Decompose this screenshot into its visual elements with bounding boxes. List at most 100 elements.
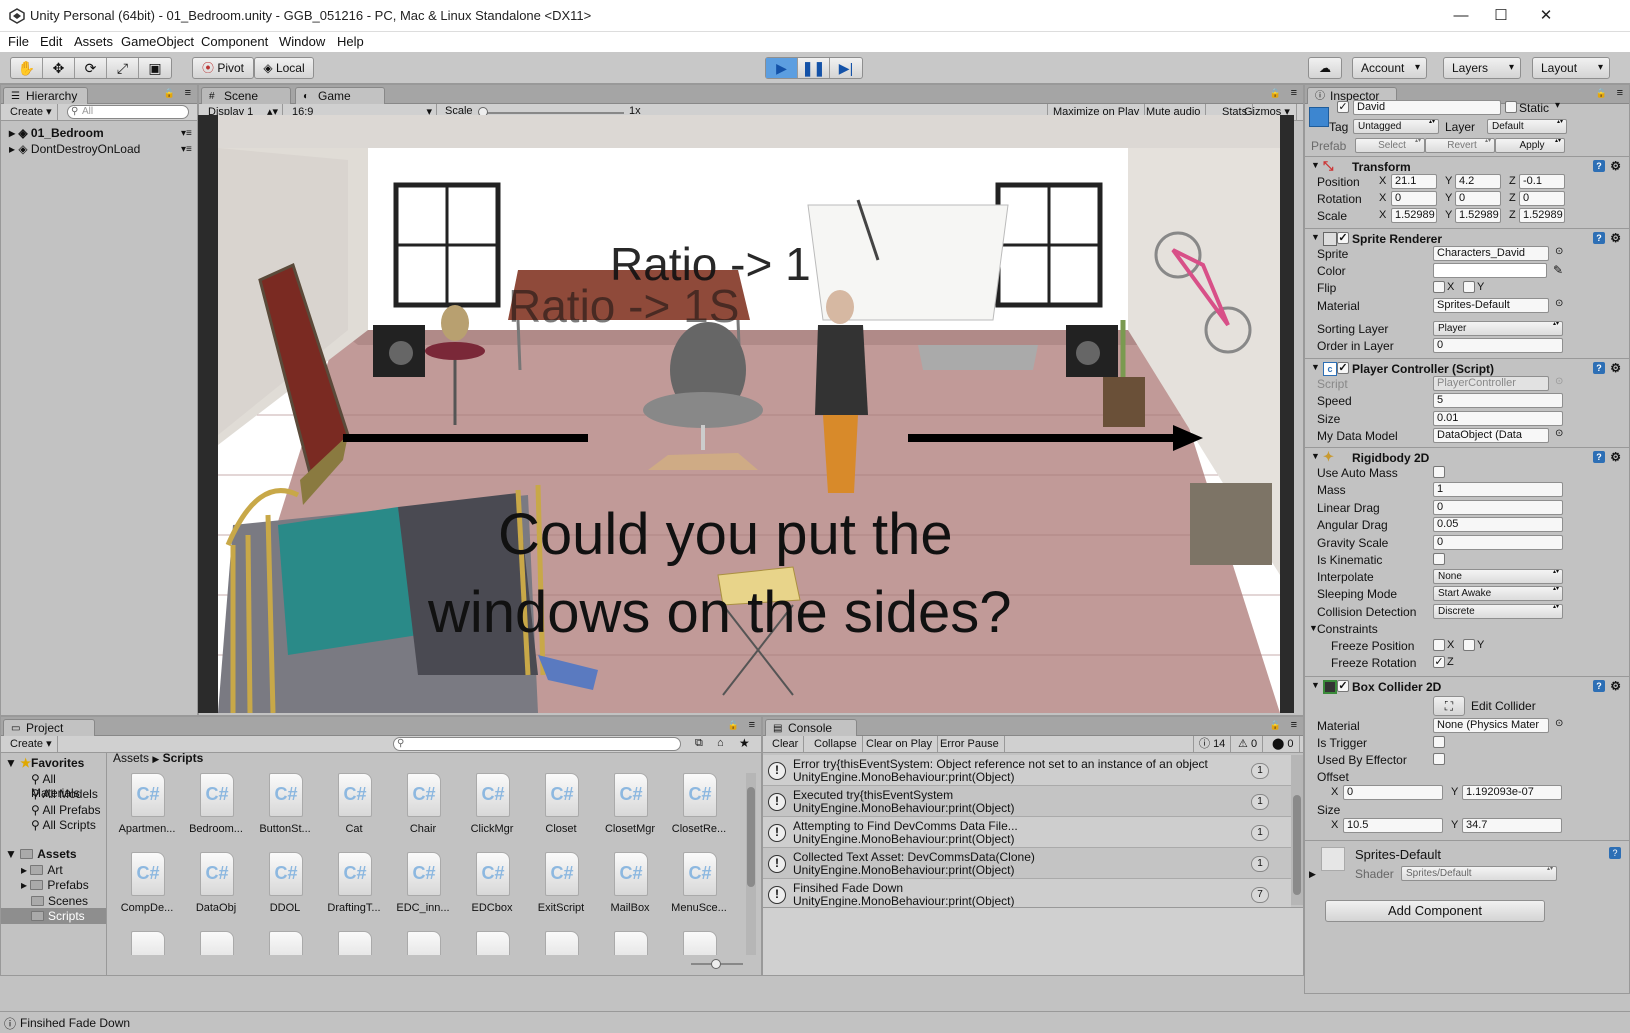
console-log-entry[interactable]: ! Finsihed Fade Down UnityEngine.MonoBehav… <box>763 879 1291 910</box>
game-canvas[interactable]: Ratio -> 1 Ratio -> 1S Could you put the… <box>218 115 1280 713</box>
tab-game[interactable]: ◐ Game <box>295 87 385 104</box>
script-asset[interactable]: C# ExitScript <box>527 848 595 926</box>
scrollbar-thumb[interactable] <box>747 787 755 887</box>
position-z-field[interactable]: -0.1 <box>1519 174 1565 189</box>
prefab-select-button[interactable]: Select <box>1355 138 1425 153</box>
tab-project[interactable]: ▭ Project <box>3 719 95 736</box>
object-name-field[interactable]: David <box>1353 100 1501 115</box>
collapse-arrow-icon[interactable]: ▼ <box>1311 232 1320 242</box>
lock-icon[interactable]: 🔒 <box>164 88 175 99</box>
eyedropper-icon[interactable]: ✎ <box>1553 263 1563 277</box>
pivot-toggle[interactable]: ⦿ Pivot <box>192 57 254 79</box>
tag-dropdown[interactable]: Untagged <box>1353 119 1439 134</box>
folder-item[interactable]: ▸ Art <box>21 863 63 877</box>
edit-collider-button[interactable]: ⛶ <box>1433 696 1465 716</box>
tag-icon[interactable]: ⌂ <box>717 737 724 749</box>
gear-icon[interactable]: ⚙ <box>1610 159 1621 173</box>
game-viewport[interactable]: Ratio -> 1 Ratio -> 1S Could you put the… <box>198 115 1294 713</box>
step-button[interactable]: ▶| <box>830 58 862 78</box>
console-log-entry[interactable]: ! Collected Text Asset: DevCommsData(Clon… <box>763 848 1291 879</box>
scale-x-field[interactable]: 1.52989 <box>1391 208 1437 223</box>
script-asset[interactable]: C# DraftingT... <box>320 848 388 926</box>
error-count-toggle[interactable]: ⬤ 0 <box>1267 736 1300 753</box>
mass-field[interactable]: 1 <box>1433 482 1563 497</box>
interpolate-dropdown[interactable]: None <box>1433 569 1563 584</box>
hierarchy-scene-ddol[interactable]: ▸ ◈ DontDestroyOnLoad <box>9 141 140 157</box>
offset-x-field[interactable]: 0 <box>1343 785 1443 800</box>
size-field[interactable]: 0.01 <box>1433 411 1563 426</box>
folder-item[interactable]: Scenes <box>31 894 88 908</box>
help-book-icon[interactable]: ? <box>1609 847 1621 859</box>
script-asset[interactable]: C# DataObj <box>182 848 250 926</box>
close-button[interactable]: ✕ <box>1523 0 1569 32</box>
icon-size-slider-handle[interactable] <box>711 959 721 969</box>
expand-arrow-icon[interactable]: ▸ <box>9 142 18 156</box>
collision-dropdown[interactable]: Discrete <box>1433 604 1563 619</box>
lock-icon[interactable]: 🔒 <box>1270 720 1281 731</box>
console-scrollbar[interactable] <box>1291 755 1303 905</box>
object-picker-icon[interactable]: ⊙ <box>1555 246 1563 257</box>
static-checkbox[interactable] <box>1505 101 1517 113</box>
freeze-rotation-z-checkbox[interactable]: ✓ <box>1433 656 1445 668</box>
gear-icon[interactable]: ⚙ <box>1610 231 1621 245</box>
kinematic-checkbox[interactable] <box>1433 553 1445 565</box>
trigger-checkbox[interactable] <box>1433 736 1445 748</box>
console-clear-button[interactable]: Clear <box>767 736 805 753</box>
panel-menu-icon[interactable]: ≡ <box>1617 87 1623 99</box>
hierarchy-scene-bedroom[interactable]: ▸ ◈ 01_Bedroom <box>9 125 104 141</box>
help-book-icon[interactable]: ? <box>1593 232 1605 244</box>
add-component-button[interactable]: Add Component <box>1325 900 1545 922</box>
rotate-tool-icon[interactable]: ⟳ <box>75 58 107 78</box>
move-tool-icon[interactable]: ✥ <box>43 58 75 78</box>
collapse-arrow-icon[interactable]: ▼ <box>1311 680 1320 690</box>
position-y-field[interactable]: 4.2 <box>1455 174 1501 189</box>
menu-assets[interactable]: Assets <box>74 34 113 49</box>
project-create-dropdown[interactable]: Create ▾ <box>5 736 58 753</box>
help-book-icon[interactable]: ? <box>1593 362 1605 374</box>
script-asset[interactable]: C# ClosetMgr <box>596 769 664 847</box>
menu-gameobject[interactable]: GameObject <box>121 34 194 49</box>
script-asset[interactable]: C# EDCbox <box>458 848 526 926</box>
bc-material-field[interactable]: None (Physics Mater <box>1433 718 1549 733</box>
collapse-arrow-icon[interactable]: ▼ <box>5 847 20 861</box>
log-count-toggle[interactable]: ⓘ 14 <box>1193 736 1232 753</box>
favorite-item[interactable]: ⚲ All Scripts <box>31 818 96 832</box>
effector-checkbox[interactable] <box>1433 753 1445 765</box>
script-asset-partial[interactable] <box>113 927 181 955</box>
box-collider-enabled-checkbox[interactable]: ✓ <box>1337 680 1349 692</box>
transform-header[interactable]: ▼ ⤡ Transform ? ⚙ <box>1305 156 1629 176</box>
pause-button[interactable]: ❚❚ <box>798 58 830 78</box>
folder-item-selected[interactable]: Scripts <box>1 908 106 924</box>
script-asset[interactable]: C# Closet <box>527 769 595 847</box>
favorite-item[interactable]: ⚲ All Prefabs <box>31 803 101 817</box>
menu-component[interactable]: Component <box>201 34 268 49</box>
rotation-x-field[interactable]: 0 <box>1391 191 1437 206</box>
prefab-revert-button[interactable]: Revert <box>1425 138 1495 153</box>
folder-item[interactable]: ▸ Prefabs <box>21 878 89 892</box>
script-asset[interactable]: C# Bedroom... <box>182 769 250 847</box>
gravity-field[interactable]: 0 <box>1433 535 1563 550</box>
player-controller-header[interactable]: ▼ c ✓ Player Controller (Script) ? ⚙ <box>1305 358 1629 378</box>
collapse-arrow-icon[interactable]: ▶ <box>1309 869 1316 880</box>
sleeping-dropdown[interactable]: Start Awake <box>1433 586 1563 601</box>
gear-icon[interactable]: ⚙ <box>1610 450 1621 464</box>
collapse-arrow-icon[interactable]: ▼ <box>1311 362 1320 372</box>
data-model-field[interactable]: DataObject (Data <box>1433 428 1549 443</box>
tab-hierarchy[interactable]: ☰ Hierarchy <box>3 87 89 104</box>
size-y-field[interactable]: 34.7 <box>1462 818 1562 833</box>
rotation-z-field[interactable]: 0 <box>1519 191 1565 206</box>
linear-drag-field[interactable]: 0 <box>1433 500 1563 515</box>
hierarchy-search-input[interactable]: All <box>67 105 189 119</box>
hand-tool-icon[interactable]: ✋ <box>11 58 43 78</box>
menu-window[interactable]: Window <box>279 34 325 49</box>
expand-arrow-icon[interactable]: ▸ <box>21 863 30 877</box>
material-section[interactable]: Sprites-Default ▶ Shader Sprites/Default… <box>1305 840 1629 884</box>
freeze-position-x-checkbox[interactable] <box>1433 639 1445 651</box>
flip-x-checkbox[interactable] <box>1433 281 1445 293</box>
gear-icon[interactable]: ⚙ <box>1610 679 1621 693</box>
tab-console[interactable]: ▤ Console <box>765 719 857 736</box>
cloud-button[interactable]: ☁ <box>1308 57 1342 79</box>
color-field[interactable] <box>1433 263 1547 278</box>
speed-field[interactable]: 5 <box>1433 393 1563 408</box>
scale-tool-icon[interactable]: ⤢ <box>107 58 139 78</box>
